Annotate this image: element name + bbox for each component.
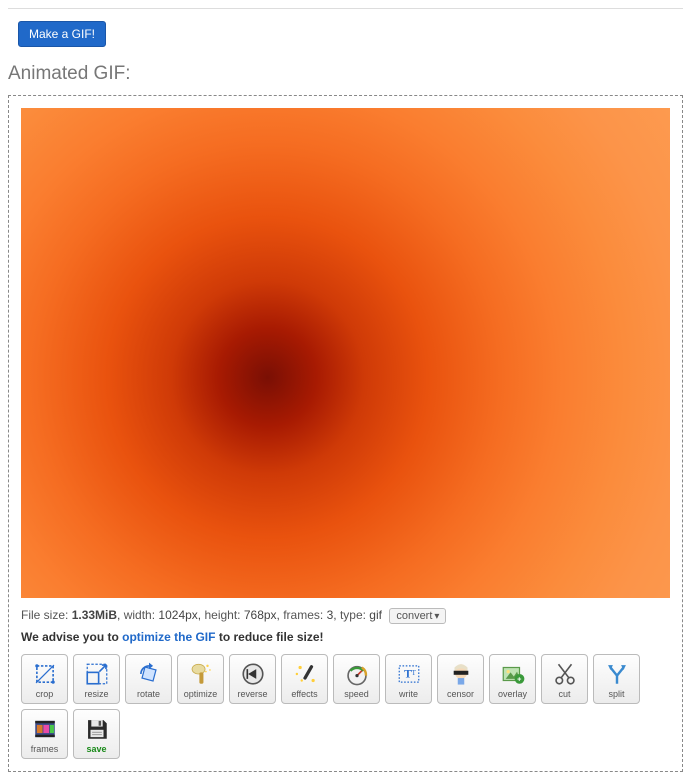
overlay-icon: +: [499, 660, 527, 688]
make-gif-button[interactable]: Make a GIF!: [18, 21, 106, 47]
optimize-label: optimize: [184, 689, 218, 699]
frames-label: frames: [31, 744, 59, 754]
cut-button[interactable]: cut: [541, 654, 588, 704]
type-value: gif: [369, 608, 382, 622]
type-label: type:: [340, 608, 366, 622]
convert-label: convert: [396, 610, 432, 622]
toolbar: crop resize rotate optimize reverse: [21, 654, 670, 759]
speed-icon: [343, 660, 371, 688]
split-label: split: [608, 689, 624, 699]
rotate-label: rotate: [137, 689, 160, 699]
effects-icon: [291, 660, 319, 688]
resize-icon: [83, 660, 111, 688]
advise-line: We advise you to optimize the GIF to red…: [21, 630, 670, 644]
rotate-icon: [135, 660, 163, 688]
write-label: write: [399, 689, 418, 699]
write-icon: TT: [395, 660, 423, 688]
top-divider: [8, 8, 683, 9]
rotate-button[interactable]: rotate: [125, 654, 172, 704]
frames-label: frames:: [283, 608, 323, 622]
save-label: save: [86, 744, 106, 754]
file-size-value: 1.33MiB: [72, 608, 117, 622]
optimize-icon: [187, 660, 215, 688]
resize-label: resize: [84, 689, 108, 699]
save-button[interactable]: save: [73, 709, 120, 759]
advise-prefix: We advise you to: [21, 630, 122, 644]
censor-button[interactable]: censor: [437, 654, 484, 704]
svg-text:+: +: [517, 674, 521, 683]
reverse-button[interactable]: reverse: [229, 654, 276, 704]
split-button[interactable]: split: [593, 654, 640, 704]
section-title: Animated GIF:: [8, 63, 683, 85]
gif-preview-image[interactable]: [21, 108, 670, 598]
split-icon: [603, 660, 631, 688]
file-info-line: File size: 1.33MiB, width: 1024px, heigh…: [21, 608, 670, 624]
optimize-link[interactable]: optimize the GIF: [122, 630, 215, 644]
crop-label: crop: [36, 689, 54, 699]
width-value: 1024px: [158, 608, 197, 622]
preview-container: File size: 1.33MiB, width: 1024px, heigh…: [8, 95, 683, 772]
write-button[interactable]: TT write: [385, 654, 432, 704]
frames-icon: [31, 715, 59, 743]
svg-text:T: T: [411, 668, 416, 677]
speed-button[interactable]: speed: [333, 654, 380, 704]
dropdown-arrow-icon: ▾: [434, 611, 439, 622]
height-label: height:: [204, 608, 240, 622]
overlay-button[interactable]: + overlay: [489, 654, 536, 704]
cut-label: cut: [558, 689, 570, 699]
overlay-label: overlay: [498, 689, 527, 699]
optimize-button[interactable]: optimize: [177, 654, 224, 704]
width-label: width:: [124, 608, 155, 622]
censor-label: censor: [447, 689, 474, 699]
height-value: 768px: [244, 608, 277, 622]
crop-icon: [31, 660, 59, 688]
effects-label: effects: [291, 689, 317, 699]
advise-suffix: to reduce file size!: [215, 630, 323, 644]
reverse-label: reverse: [237, 689, 267, 699]
effects-button[interactable]: effects: [281, 654, 328, 704]
convert-button[interactable]: convert▾: [389, 608, 446, 624]
crop-button[interactable]: crop: [21, 654, 68, 704]
censor-icon: [447, 660, 475, 688]
file-size-label: File size:: [21, 608, 68, 622]
frames-button[interactable]: frames: [21, 709, 68, 759]
speed-label: speed: [344, 689, 369, 699]
save-icon: [83, 715, 111, 743]
reverse-icon: [239, 660, 267, 688]
resize-button[interactable]: resize: [73, 654, 120, 704]
cut-icon: [551, 660, 579, 688]
